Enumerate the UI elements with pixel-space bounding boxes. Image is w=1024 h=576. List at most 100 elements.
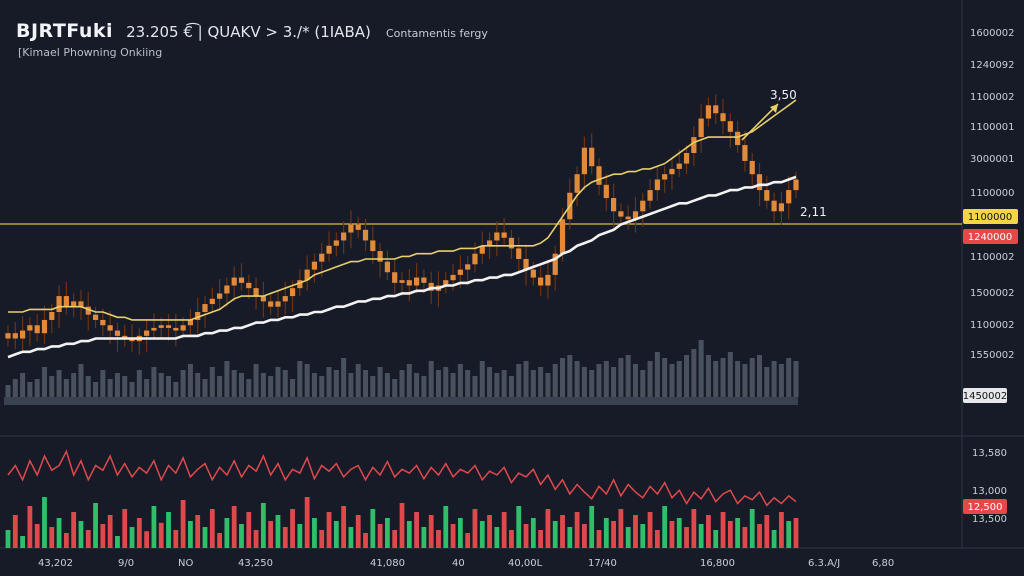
histogram-bar (392, 530, 398, 548)
candle-body (362, 229, 369, 241)
histogram-bar (71, 512, 77, 548)
volume-bar (260, 373, 266, 397)
candle-body (100, 319, 106, 326)
volume-bar (326, 367, 332, 397)
histogram-bar (377, 524, 383, 548)
volume-bar (421, 376, 427, 397)
volume-bar (20, 373, 26, 397)
candle-body (209, 298, 215, 305)
volume-bar (304, 364, 310, 397)
volume-bar (443, 367, 449, 397)
indicator-subtitle: [Kimael Phowning Onkiing (18, 46, 163, 59)
volume-bar (465, 370, 471, 397)
candle-body (421, 277, 427, 283)
candle-body (603, 184, 609, 199)
candle-body (406, 280, 412, 286)
volume-bar (384, 373, 390, 397)
price-tick-label: 1100001 (970, 122, 1015, 133)
volume-bar (749, 358, 755, 397)
histogram-bar (12, 515, 18, 548)
time-tick-label: 6.3.A/J (808, 558, 840, 569)
histogram-bar (100, 524, 106, 548)
histogram-bar (414, 512, 419, 548)
histogram-bar (625, 527, 631, 548)
volume-bar (158, 373, 164, 397)
chart-stage[interactable]: 3,50 2,11 1600002 1240092 1100002 1100001 30… (0, 0, 1024, 576)
histogram-bar (246, 512, 252, 548)
candle-body (735, 131, 741, 146)
histogram-bar (530, 518, 536, 548)
candle-body (326, 245, 332, 254)
histogram-bar (691, 509, 697, 548)
candle-body (341, 232, 347, 241)
volume-bar (457, 364, 463, 397)
volume-bar (122, 376, 128, 397)
candle-body (253, 288, 259, 297)
histogram-bar (771, 530, 777, 548)
histogram-bar (224, 518, 230, 548)
candle-body (246, 282, 252, 289)
volume-bar (85, 376, 91, 397)
histogram-bar (516, 506, 522, 548)
candle-body (786, 190, 792, 204)
volume-baseline-band (4, 397, 798, 405)
histogram-bar (20, 536, 25, 548)
chart-canvas[interactable]: 3,50 2,11 1600002 1240092 1100002 1100001 30… (0, 0, 1024, 576)
histogram-bar (596, 530, 602, 548)
volume-bar (691, 349, 697, 397)
volume-bar (173, 382, 179, 397)
candle-body (596, 166, 602, 185)
candle-body (173, 327, 179, 331)
histogram-bar (450, 524, 456, 548)
histogram-bar (742, 527, 748, 548)
price-tick-label: 1550002 (970, 350, 1015, 361)
histogram-bar (370, 509, 376, 548)
candle-body (333, 240, 339, 246)
histogram-bar (348, 527, 354, 548)
volume-bar (487, 367, 493, 397)
volume-bar (596, 364, 602, 397)
volume-bar (129, 382, 135, 397)
volume-bar (764, 367, 770, 397)
histogram-bar (465, 533, 471, 548)
candle-body (654, 179, 660, 191)
volume-bar (114, 373, 120, 397)
candle-body (165, 325, 172, 328)
volume-bar (545, 373, 551, 397)
time-tick-label: 40,00L (508, 558, 543, 569)
volume-bar (742, 364, 748, 397)
candle-body (545, 274, 551, 286)
osc-badge-label: 12,500 (968, 502, 1003, 513)
volume-bar (516, 364, 522, 397)
price-tick-label: 1100002 (970, 252, 1015, 263)
candle-body (720, 113, 726, 122)
volume-bar (209, 367, 215, 397)
price-axis-badge: 1450002 (963, 388, 1007, 403)
candle-body (516, 248, 522, 259)
histogram-bar (188, 521, 193, 548)
volume-bar (581, 367, 587, 397)
volume-bar (523, 361, 529, 397)
volume-bar (78, 364, 84, 397)
symbol-title[interactable]: BJRTFuki (16, 20, 113, 42)
histogram-bar (567, 527, 573, 548)
candle-body (19, 330, 26, 339)
candle-body (319, 253, 325, 262)
annotation-label-lower: 2,11 (800, 205, 827, 219)
chart-background (0, 0, 1024, 576)
histogram-bar (275, 515, 281, 548)
volume-bar (136, 370, 142, 397)
candle-body (450, 274, 456, 281)
price-tick-label: 3000001 (970, 154, 1015, 165)
time-tick-label: 17/40 (588, 558, 617, 569)
histogram-bar (282, 527, 288, 548)
volume-bar (100, 370, 106, 397)
histogram-bar (443, 506, 449, 548)
volume-bar (530, 370, 536, 397)
histogram-bar (706, 515, 711, 548)
candle-body (778, 203, 785, 212)
histogram-bar (122, 509, 128, 548)
volume-bar (414, 373, 420, 397)
histogram-bar (355, 515, 361, 548)
price-tick-label: 1100002 (970, 320, 1015, 331)
